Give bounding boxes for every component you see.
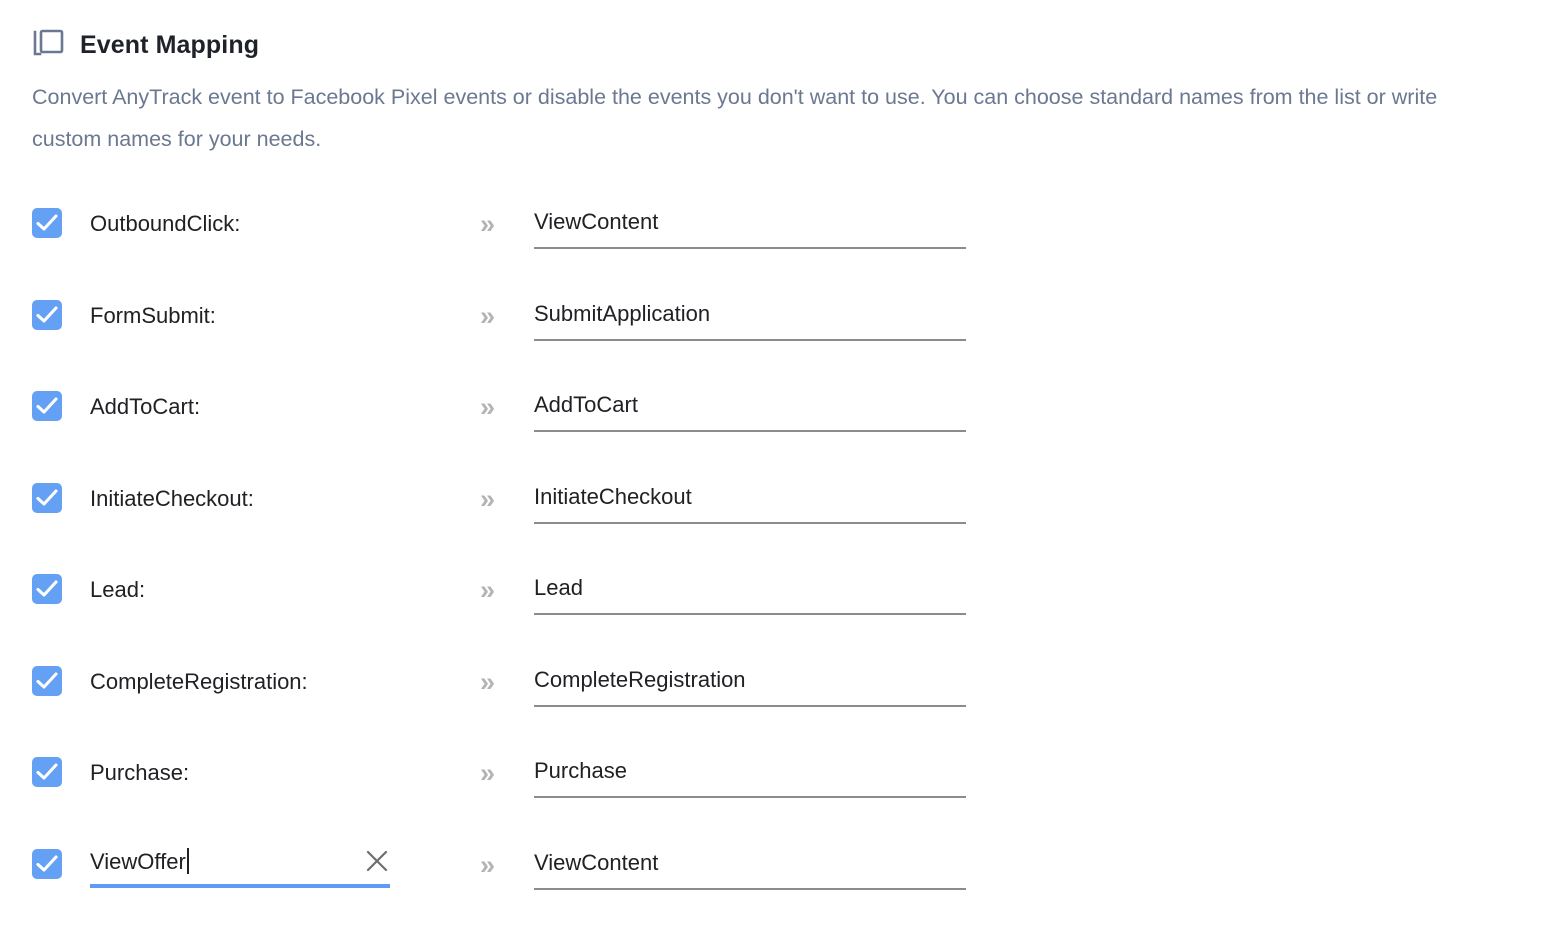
maps-to-chevron-icon: » <box>480 209 495 239</box>
target-event-underline <box>534 704 966 707</box>
event-enabled-checkbox[interactable] <box>32 391 62 421</box>
target-event-cell[interactable]: InitiateCheckout <box>534 471 966 527</box>
source-event-input-value[interactable]: ViewOffer <box>90 837 186 887</box>
event-enabled-checkbox[interactable] <box>32 848 62 879</box>
check-icon <box>36 671 58 689</box>
event-enabled-checkbox[interactable] <box>32 574 62 604</box>
target-event-underline <box>534 887 966 890</box>
event-enabled-checkbox[interactable] <box>32 482 62 513</box>
source-event-label: FormSubmit: <box>90 302 216 328</box>
target-event-cell[interactable]: CompleteRegistration <box>534 654 966 710</box>
event-mapping-row-0: OutboundClick: » ViewContent <box>32 196 1032 288</box>
check-icon <box>36 763 58 780</box>
event-enabled-checkbox[interactable] <box>32 757 62 787</box>
source-event-cell: ViewOffer <box>90 837 480 893</box>
maps-to-chevron-icon: » <box>480 758 495 788</box>
source-event-label: Lead: <box>90 577 146 602</box>
maps-to-chevron-icon: » <box>480 300 495 331</box>
check-icon <box>36 214 58 231</box>
target-event-input-value[interactable]: ViewContent <box>534 837 966 889</box>
target-event-cell[interactable]: AddToCart <box>534 379 966 435</box>
target-event-input-value[interactable]: AddToCart <box>534 379 966 431</box>
target-event-input-value[interactable]: SubmitApplication <box>534 288 966 340</box>
target-event-cell[interactable]: Purchase <box>534 745 966 801</box>
target-event-underline <box>534 796 966 798</box>
source-event-cell: Purchase: <box>90 745 480 801</box>
target-event-cell[interactable]: ViewContent <box>534 837 966 893</box>
title-row: Event Mapping <box>32 24 1512 66</box>
source-event-label: AddToCart: <box>90 394 201 419</box>
source-event-cell: InitiateCheckout: <box>90 471 480 527</box>
maps-to-chevron-icon: » <box>480 666 495 697</box>
maps-to-chevron-icon: » <box>480 849 495 880</box>
source-event-cell: OutboundClick: <box>90 196 480 252</box>
source-event-cell: Lead: <box>90 562 480 618</box>
check-icon <box>36 397 58 414</box>
check-icon <box>36 580 58 597</box>
source-event-label: CompleteRegistration: <box>90 668 308 694</box>
event-mapping-row-1: FormSubmit: » SubmitApplication <box>32 288 1032 380</box>
event-mapping-row-2: AddToCart: » AddToCart <box>32 379 1032 471</box>
target-event-underline <box>534 338 966 341</box>
target-event-underline <box>534 247 966 249</box>
source-event-label: Purchase: <box>90 760 190 785</box>
source-event-cell: AddToCart: <box>90 379 480 435</box>
event-mapping-row-4: Lead: » Lead <box>32 562 1032 654</box>
check-icon <box>36 305 58 323</box>
target-event-input-value[interactable]: InitiateCheckout <box>534 471 966 523</box>
source-event-label: InitiateCheckout: <box>90 485 254 511</box>
target-event-input-value[interactable]: ViewContent <box>534 196 966 248</box>
event-mapping-header: Event Mapping Convert AnyTrack event to … <box>32 24 1512 160</box>
source-event-cell: CompleteRegistration: <box>90 654 480 710</box>
target-event-underline <box>534 430 966 432</box>
target-event-underline <box>534 521 966 524</box>
target-event-cell[interactable]: SubmitApplication <box>534 288 966 344</box>
target-event-cell[interactable]: ViewContent <box>534 196 966 252</box>
source-event-focus-underline <box>90 883 390 888</box>
clear-icon[interactable] <box>364 848 390 874</box>
layers-icon <box>32 28 66 62</box>
event-enabled-checkbox[interactable] <box>32 208 62 238</box>
event-mapping-rows: OutboundClick: » ViewContent FormSubmit:… <box>32 196 1032 928</box>
text-cursor <box>186 847 189 874</box>
maps-to-chevron-icon: » <box>480 392 495 422</box>
event-mapping-row-3: InitiateCheckout: » InitiateCheckout <box>32 471 1032 563</box>
source-event-cell: FormSubmit: <box>90 288 480 344</box>
event-mapping-row-5: CompleteRegistration: » CompleteRegistra… <box>32 654 1032 746</box>
check-icon <box>36 488 58 506</box>
target-event-underline <box>534 613 966 615</box>
maps-to-chevron-icon: » <box>480 575 495 605</box>
page-description: Convert AnyTrack event to Facebook Pixel… <box>32 85 1438 151</box>
source-event-input[interactable]: ViewOffer <box>90 837 390 893</box>
target-event-input-value[interactable]: Purchase <box>534 745 966 797</box>
source-event-label: OutboundClick: <box>90 211 241 236</box>
check-icon <box>36 854 58 872</box>
event-enabled-checkbox[interactable] <box>32 299 62 330</box>
page-title: Event Mapping <box>80 31 260 59</box>
maps-to-chevron-icon: » <box>480 483 495 514</box>
event-mapping-row-6: Purchase: » Purchase <box>32 745 1032 837</box>
event-enabled-checkbox[interactable] <box>32 665 62 696</box>
target-event-input-value[interactable]: CompleteRegistration <box>534 654 966 706</box>
event-mapping-row-7: ViewOffer » ViewContent <box>32 837 1032 929</box>
target-event-cell[interactable]: Lead <box>534 562 966 618</box>
target-event-input-value[interactable]: Lead <box>534 562 966 614</box>
